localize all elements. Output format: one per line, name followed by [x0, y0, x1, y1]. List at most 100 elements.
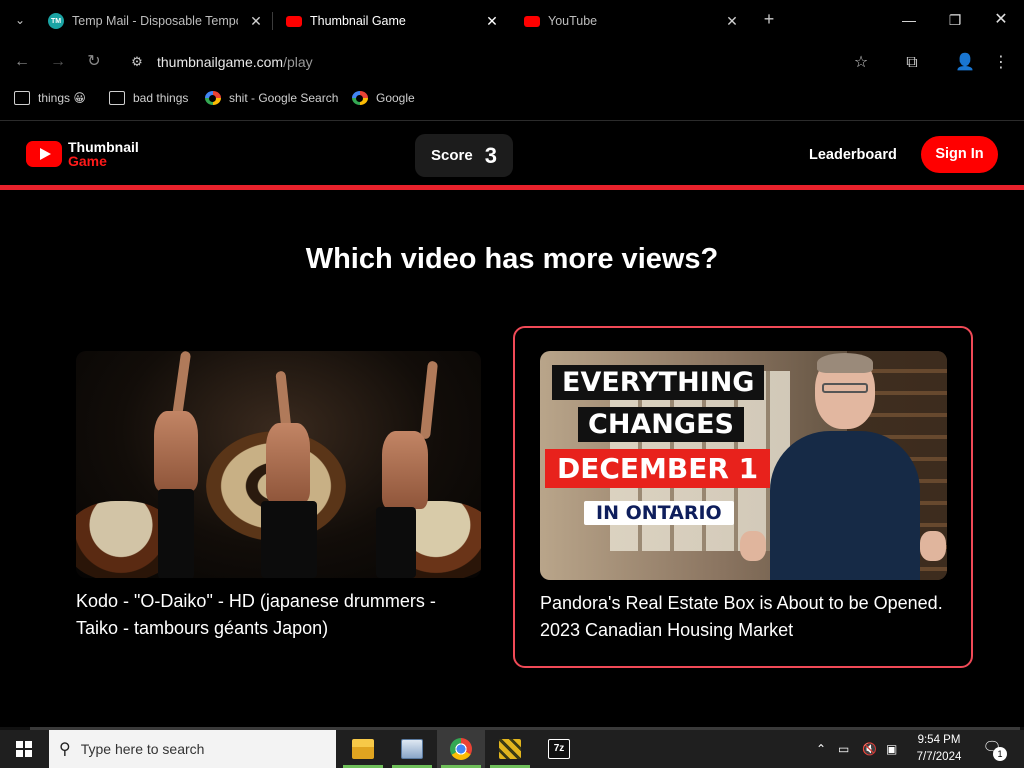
restore-button[interactable]: ❐ [932, 8, 978, 32]
menu-icon[interactable]: ⋮ [990, 52, 1012, 74]
taskbar-chrome[interactable] [437, 730, 485, 768]
system-clock[interactable]: 9:54 PM 7/7/2024 [906, 732, 972, 766]
folder-icon [109, 91, 125, 105]
video-thumbnail-left[interactable] [76, 351, 481, 578]
clock-date: 7/7/2024 [916, 751, 962, 763]
tab-search-dropdown-icon[interactable]: ⌄ [10, 10, 30, 30]
bookmark-star-icon[interactable]: ☆ [850, 52, 872, 74]
url-field[interactable]: thumbnailgame.com/play [157, 54, 313, 70]
taskbar: ⚲ Type here to search 7z ⌃ ▭ 🔇 ▣ 9:54 PM… [0, 730, 1024, 768]
back-button[interactable]: ← [12, 52, 32, 72]
bookmark-folder-things[interactable]: things 😀 [14, 91, 86, 105]
bookmark-label: bad things [133, 91, 189, 105]
folder-icon [14, 91, 30, 105]
drummer-legs [376, 507, 416, 578]
drummer-figure [382, 431, 428, 509]
play-logo-icon [26, 141, 62, 167]
bookmarks-bar: things 😀 bad things shit - Google Search… [0, 86, 1024, 114]
folder-icon [352, 739, 374, 759]
tab-title: YouTube [548, 14, 598, 28]
youtube-favicon-icon [524, 15, 540, 27]
tab-youtube[interactable]: YouTube ✕ [524, 6, 740, 36]
bookmark-google[interactable]: Google [352, 91, 415, 105]
thumbnail-text-line-3: DECEMBER 1 [545, 449, 771, 488]
score-value: 3 [484, 142, 497, 168]
tab-temp-mail[interactable]: TM Temp Mail - Disposable Tempo ✕ [48, 6, 264, 36]
thumbnail-game-favicon-icon [286, 15, 302, 27]
sign-in-button[interactable]: Sign In [921, 136, 998, 173]
score-label: Score [431, 147, 473, 164]
temp-mail-favicon-icon: TM [48, 13, 64, 29]
close-tab-icon[interactable]: ✕ [724, 13, 740, 30]
reload-button[interactable]: ↻ [84, 52, 104, 72]
thumbnail-text-line-4: IN ONTARIO [584, 501, 734, 525]
tab-title: Temp Mail - Disposable Tempo [72, 14, 238, 28]
question-heading: Which video has more views? [305, 243, 719, 275]
presenter-shirt [770, 431, 920, 580]
puzzle-icon [499, 739, 521, 759]
tray-show-hidden-icon[interactable]: ⌃ [816, 730, 826, 768]
bookmark-google-search[interactable]: shit - Google Search [205, 91, 338, 105]
drummer-legs [261, 501, 317, 578]
drummer-arm [419, 360, 439, 440]
logo-line-1: Thumbnail [68, 139, 139, 155]
chrome-icon [450, 738, 472, 760]
tab-divider [272, 12, 273, 30]
drummer-figure [154, 411, 198, 491]
start-button[interactable] [0, 730, 48, 768]
drummer-figure [266, 423, 310, 503]
site-info-icon[interactable]: ⚙ [128, 53, 146, 71]
taskbar-file-explorer[interactable] [339, 730, 387, 768]
site-header: Thumbnail Game Score 3 Leaderboard Sign … [0, 121, 1024, 185]
clock-time: 9:54 PM [917, 734, 961, 746]
google-icon [352, 91, 368, 105]
taskbar-network-app[interactable] [388, 730, 436, 768]
presenter-hand [740, 531, 766, 561]
forward-button[interactable]: → [48, 52, 68, 72]
notification-count-badge: 1 [993, 747, 1007, 761]
new-tab-button[interactable]: + [760, 9, 778, 30]
presenter-figure [740, 351, 946, 580]
site-logo[interactable]: Thumbnail Game [26, 140, 139, 168]
minimize-button[interactable]: — [886, 8, 932, 32]
extensions-icon[interactable]: ⧉ [901, 52, 923, 74]
leaderboard-link[interactable]: Leaderboard [809, 147, 897, 163]
bookmark-folder-bad-things[interactable]: bad things [109, 91, 188, 105]
header-accent-line [0, 185, 1024, 190]
close-tab-icon[interactable]: ✕ [248, 13, 264, 30]
search-placeholder: Type here to search [80, 741, 205, 757]
network-status-icon[interactable]: ▭ [838, 730, 849, 768]
tab-thumbnail-game[interactable]: Thumbnail Game ✕ [286, 6, 500, 36]
close-tab-icon[interactable]: ✕ [484, 13, 500, 30]
score-display: Score 3 [415, 134, 513, 177]
presenter-hair [817, 353, 873, 373]
video-thumbnail-right[interactable]: EVERYTHING CHANGES DECEMBER 1 IN ONTARIO [540, 351, 947, 580]
7zip-icon: 7z [548, 739, 570, 759]
video-title-right[interactable]: Pandora's Real Estate Box is About to be… [540, 590, 947, 644]
bookmark-label: Google [376, 91, 415, 105]
video-title-left[interactable]: Kodo - "O-Daiko" - HD (japanese drummers… [76, 588, 481, 642]
bookmark-label: shit - Google Search [229, 91, 339, 105]
network-icon [401, 739, 423, 759]
thumbnail-text-line-2: CHANGES [578, 407, 744, 442]
volume-muted-icon[interactable]: 🔇 [862, 730, 877, 768]
search-icon: ⚲ [59, 741, 71, 758]
thumbnail-text-line-1: EVERYTHING [552, 365, 765, 400]
bookmark-label: things 😀 [38, 91, 86, 105]
taskbar-search[interactable]: ⚲ Type here to search [49, 730, 336, 768]
presenter-glasses [822, 383, 868, 393]
close-window-button[interactable]: ✕ [978, 8, 1024, 32]
tab-title: Thumbnail Game [310, 14, 406, 28]
url-path: /play [283, 54, 313, 70]
google-icon [205, 91, 221, 105]
logo-line-2: Game [68, 153, 107, 169]
taskbar-7zip[interactable]: 7z [535, 730, 583, 768]
presenter-hand [920, 531, 946, 561]
taskbar-puzzle-app[interactable] [486, 730, 534, 768]
address-bar-row: ← → ↻ ⚙ thumbnailgame.com/play ☆ ⧉ 👤 ⋮ [0, 40, 1024, 86]
windows-logo-icon [16, 741, 32, 757]
display-icon[interactable]: ▣ [886, 730, 897, 768]
profile-icon[interactable]: 👤 [954, 52, 976, 74]
url-host: thumbnailgame.com [157, 54, 284, 70]
drummer-legs [158, 489, 194, 578]
